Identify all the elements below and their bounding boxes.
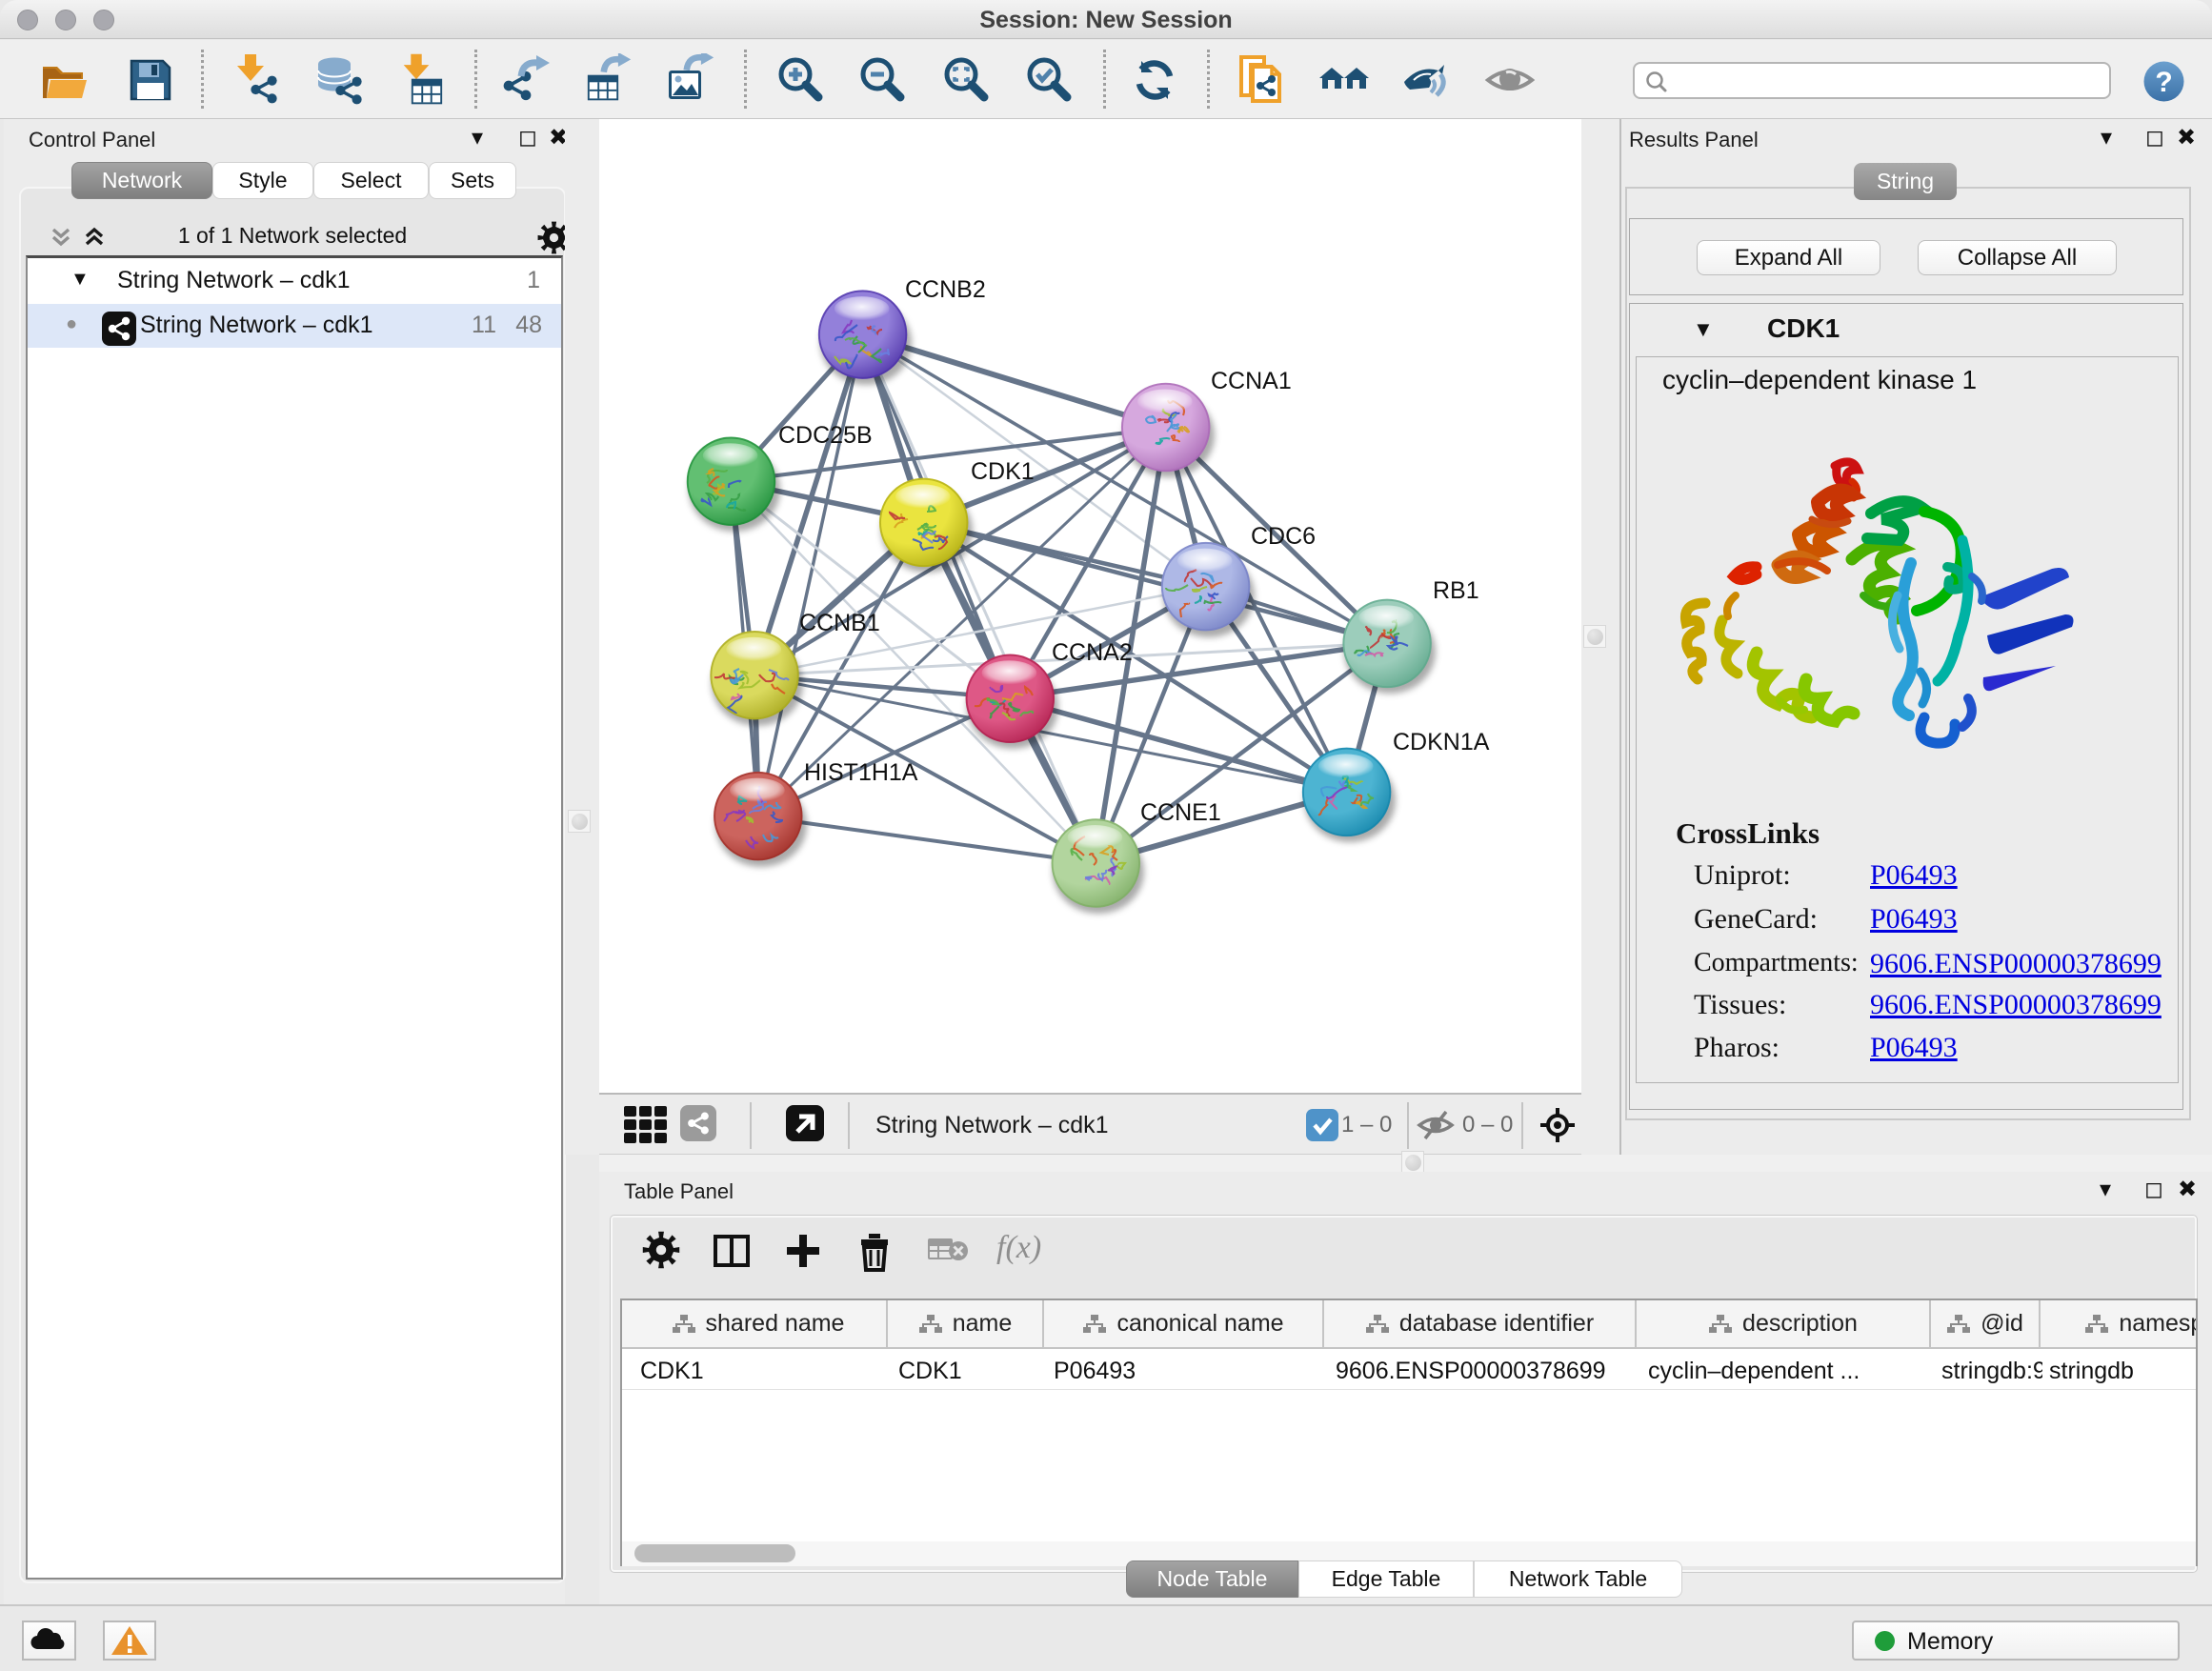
svg-text:CCNE1: CCNE1 — [1140, 799, 1221, 826]
svg-text:CCNA1: CCNA1 — [1211, 368, 1292, 394]
svg-text:CDC25B: CDC25B — [778, 422, 873, 449]
svg-text:?: ? — [2155, 67, 2172, 98]
svg-text:CCNB2: CCNB2 — [905, 276, 986, 303]
svg-text:CDC6: CDC6 — [1251, 523, 1316, 550]
svg-text:CDKN1A: CDKN1A — [1393, 729, 1490, 755]
svg-text:CDK1: CDK1 — [971, 458, 1035, 485]
svg-text:HIST1H1A: HIST1H1A — [804, 759, 918, 786]
svg-text:CCNA2: CCNA2 — [1052, 639, 1133, 666]
svg-text:RB1: RB1 — [1433, 577, 1479, 604]
svg-text:CCNB1: CCNB1 — [799, 610, 880, 636]
